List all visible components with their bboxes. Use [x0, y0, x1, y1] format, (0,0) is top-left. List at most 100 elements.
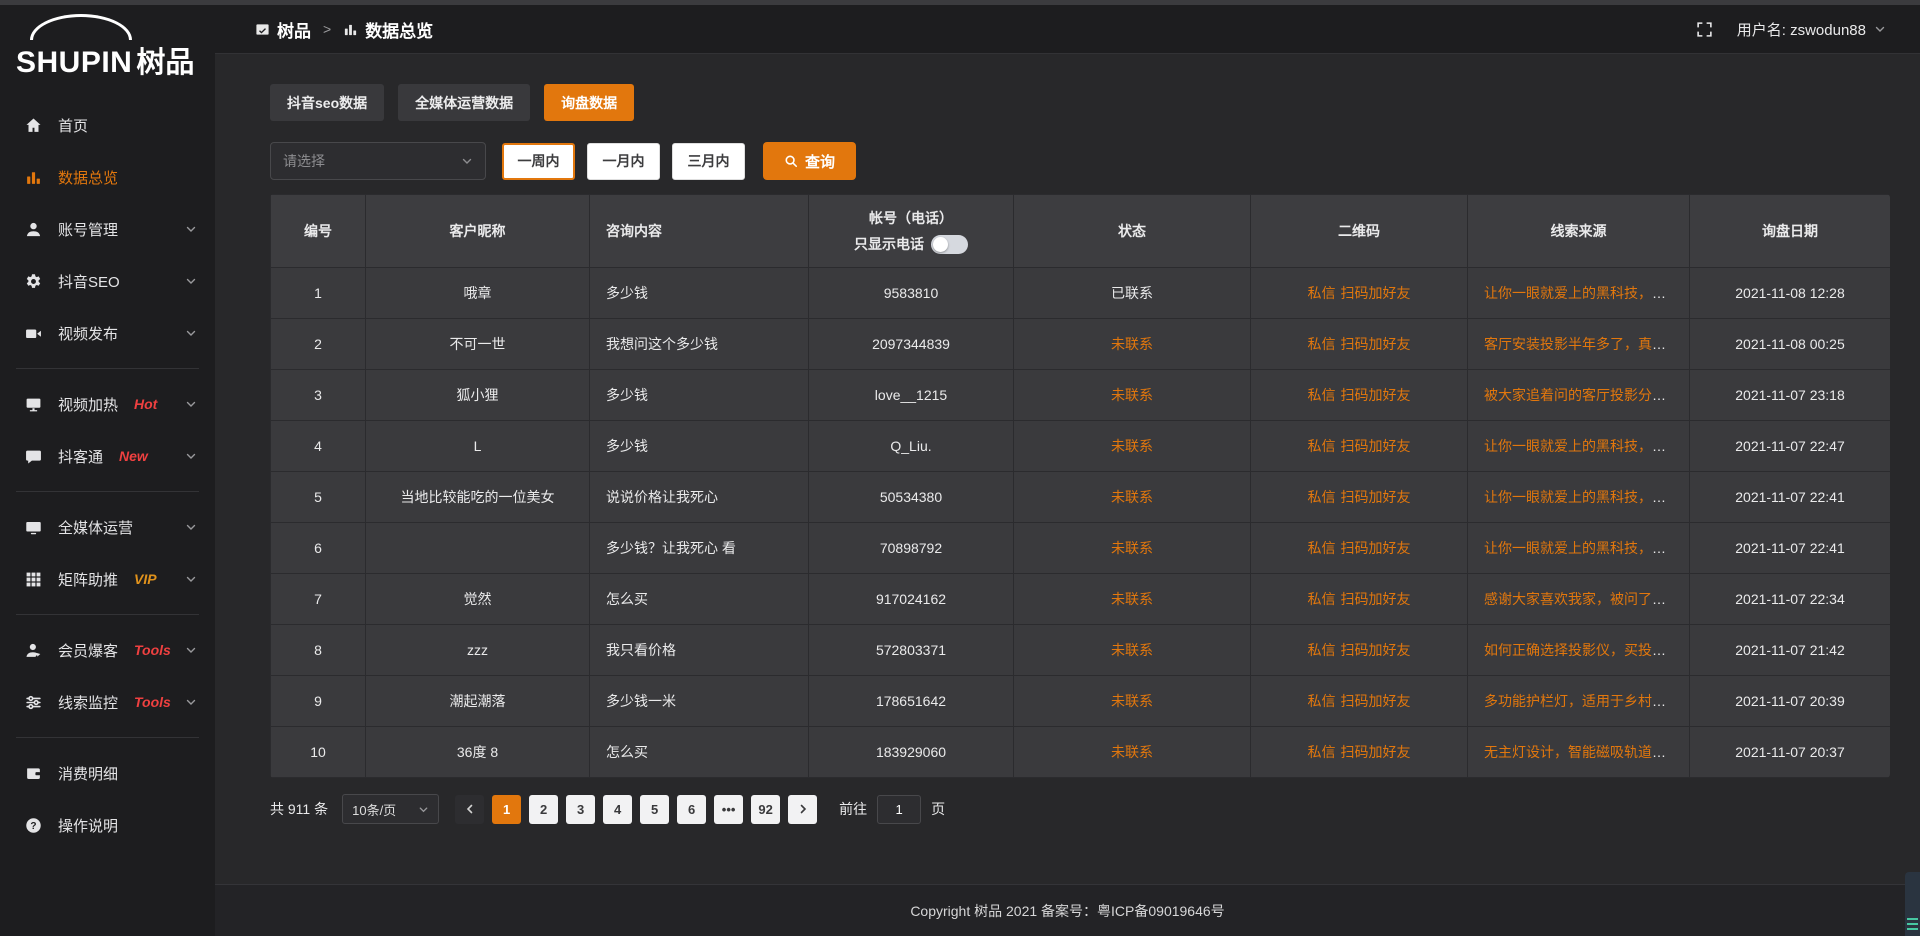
page-more-button[interactable]: •••	[714, 795, 743, 824]
source-link[interactable]: 感谢大家喜欢我家，被问了好...	[1484, 591, 1678, 607]
next-page-button[interactable]	[788, 795, 817, 824]
floating-widget[interactable]	[1905, 872, 1920, 936]
account-select[interactable]: 请选择	[270, 142, 486, 180]
cell-account: Q_Liu.	[809, 421, 1014, 472]
source-link[interactable]: 让你一眼就爱上的黑科技，能...	[1484, 438, 1678, 454]
qr-action-link[interactable]: 私信	[1308, 438, 1336, 454]
page-button-1[interactable]: 1	[492, 795, 521, 824]
source-link[interactable]: 让你一眼就爱上的黑科技，能...	[1484, 489, 1678, 505]
qr-action-link[interactable]: 私信	[1308, 744, 1336, 760]
qr-action-link[interactable]: 扫码加好友	[1341, 642, 1411, 658]
range-button-2[interactable]: 三月内	[672, 143, 745, 180]
sidebar-item-matrix-boost[interactable]: 矩阵助推VIP	[0, 553, 215, 605]
source-link[interactable]: 客厅安装投影半年多了，真实...	[1484, 336, 1678, 352]
home-icon	[25, 116, 43, 134]
qr-action-link[interactable]: 扫码加好友	[1341, 336, 1411, 352]
source-link[interactable]: 让你一眼就爱上的黑科技，能...	[1484, 540, 1678, 556]
qr-action-link[interactable]: 私信	[1308, 693, 1336, 709]
sidebar-menu: 首页数据总览账号管理抖音SEO视频发布视频加热Hot抖客通New 全媒体运营矩阵助…	[0, 87, 215, 851]
source-link[interactable]: 无主灯设计，智能磁吸轨道灯...	[1484, 744, 1678, 760]
tab-douyin-seo-data[interactable]: 抖音seo数据	[270, 84, 384, 121]
chevron-down-icon	[185, 521, 197, 533]
source-link[interactable]: 被大家追着问的客厅投影分享...	[1484, 387, 1678, 403]
breadcrumb-item[interactable]: 数据总览	[343, 17, 433, 42]
sidebar-item-doukertong[interactable]: 抖客通New	[0, 430, 215, 482]
bar-chart-icon	[25, 168, 43, 186]
source-link[interactable]: 多功能护栏灯，适用于乡村文...	[1484, 693, 1678, 709]
qr-action-link[interactable]: 扫码加好友	[1341, 744, 1411, 760]
sidebar-item-member-burst[interactable]: 会员爆客Tools	[0, 624, 215, 676]
sidebar-item-media-operation[interactable]: 全媒体运营	[0, 501, 215, 553]
member-icon	[25, 641, 43, 659]
sidebar-item-consume-detail[interactable]: 消费明细	[0, 747, 215, 799]
cell-date: 2021-11-07 20:37	[1690, 727, 1891, 778]
range-button-0[interactable]: 一周内	[502, 143, 575, 180]
qr-action-link[interactable]: 扫码加好友	[1341, 438, 1411, 454]
qr-action-link[interactable]: 扫码加好友	[1341, 540, 1411, 556]
column-header: 帐号（电话）只显示电话	[809, 195, 1014, 268]
cell-status: 未联系	[1014, 625, 1251, 676]
fullscreen-icon[interactable]	[1696, 21, 1713, 38]
page-button-92[interactable]: 92	[751, 795, 780, 824]
table-row: 7觉然怎么买917024162未联系私信扫码加好友感谢大家喜欢我家，被问了好..…	[271, 574, 1891, 625]
page-button-5[interactable]: 5	[640, 795, 669, 824]
cell-date: 2021-11-07 22:41	[1690, 523, 1891, 574]
sidebar-item-operation-guide[interactable]: ?操作说明	[0, 799, 215, 851]
sidebar-item-data-overview[interactable]: 数据总览	[0, 151, 215, 203]
breadcrumb-item[interactable]: 树品	[255, 17, 311, 42]
source-link[interactable]: 让你一眼就爱上的黑科技，能...	[1484, 285, 1678, 301]
table-header-row: 编号客户昵称咨询内容帐号（电话）只显示电话状态二维码线索来源询盘日期	[271, 195, 1891, 268]
cell-status: 未联系	[1014, 421, 1251, 472]
sidebar-item-home[interactable]: 首页	[0, 99, 215, 151]
phone-only-toggle[interactable]	[931, 235, 968, 254]
column-header-label: 帐号（电话）	[825, 208, 997, 228]
cell-status: 未联系	[1014, 472, 1251, 523]
chevron-down-icon	[461, 155, 473, 167]
cell-qrcode: 私信扫码加好友	[1251, 523, 1468, 574]
sidebar-item-video-heat[interactable]: 视频加热Hot	[0, 378, 215, 430]
video-camera-icon	[25, 324, 43, 342]
qr-action-link[interactable]: 扫码加好友	[1341, 489, 1411, 505]
qr-action-link[interactable]: 私信	[1308, 489, 1336, 505]
main-area: 树品>数据总览 用户名: zswodun88 抖音seo数据全媒体运营数据询盘数…	[215, 5, 1920, 936]
range-button-1[interactable]: 一月内	[587, 143, 660, 180]
sidebar-item-douyin-seo[interactable]: 抖音SEO	[0, 255, 215, 307]
sidebar-item-clue-monitor[interactable]: 线索监控Tools	[0, 676, 215, 728]
qr-action-link[interactable]: 扫码加好友	[1341, 693, 1411, 709]
cell-serial: 1	[271, 268, 366, 319]
source-link[interactable]: 如何正确选择投影仪，买投影...	[1484, 642, 1678, 658]
page-button-6[interactable]: 6	[677, 795, 706, 824]
sidebar-item-video-publish[interactable]: 视频发布	[0, 307, 215, 359]
tab-media-operation-data[interactable]: 全媒体运营数据	[398, 84, 530, 121]
cell-source: 让你一眼就爱上的黑科技，能...	[1468, 421, 1690, 472]
qr-action-link[interactable]: 扫码加好友	[1341, 591, 1411, 607]
topbar-right: 用户名: zswodun88	[1696, 19, 1886, 40]
sidebar-item-account-manage[interactable]: 账号管理	[0, 203, 215, 255]
gear-icon	[25, 272, 43, 290]
chevron-down-icon	[185, 573, 197, 585]
qr-action-link[interactable]: 私信	[1308, 336, 1336, 352]
page-size-select[interactable]: 10条/页	[342, 794, 439, 824]
qr-action-link[interactable]: 扫码加好友	[1341, 285, 1411, 301]
prev-page-button[interactable]	[455, 795, 484, 824]
sidebar-divider	[16, 614, 199, 615]
cell-date: 2021-11-08 12:28	[1690, 268, 1891, 319]
user-menu[interactable]: 用户名: zswodun88	[1737, 19, 1886, 40]
qr-action-link[interactable]: 私信	[1308, 591, 1336, 607]
qr-action-link[interactable]: 私信	[1308, 387, 1336, 403]
table-row: 1哦章多少钱9583810已联系私信扫码加好友让你一眼就爱上的黑科技，能...2…	[271, 268, 1891, 319]
column-header: 二维码	[1251, 195, 1468, 268]
sidebar-item-label: 线索监控	[58, 692, 118, 713]
qr-action-link[interactable]: 扫码加好友	[1341, 387, 1411, 403]
page-button-2[interactable]: 2	[529, 795, 558, 824]
qr-action-link[interactable]: 私信	[1308, 642, 1336, 658]
page-button-3[interactable]: 3	[566, 795, 595, 824]
qr-action-link[interactable]: 私信	[1308, 540, 1336, 556]
breadcrumb: 树品>数据总览	[255, 17, 433, 42]
tab-inquiry-data[interactable]: 询盘数据	[544, 84, 634, 121]
qr-action-link[interactable]: 私信	[1308, 285, 1336, 301]
page-button-4[interactable]: 4	[603, 795, 632, 824]
goto-page-input[interactable]	[877, 795, 921, 824]
search-button[interactable]: 查询	[763, 142, 856, 180]
table-row: 1036度 8怎么买183929060未联系私信扫码加好友无主灯设计，智能磁吸轨…	[271, 727, 1891, 778]
